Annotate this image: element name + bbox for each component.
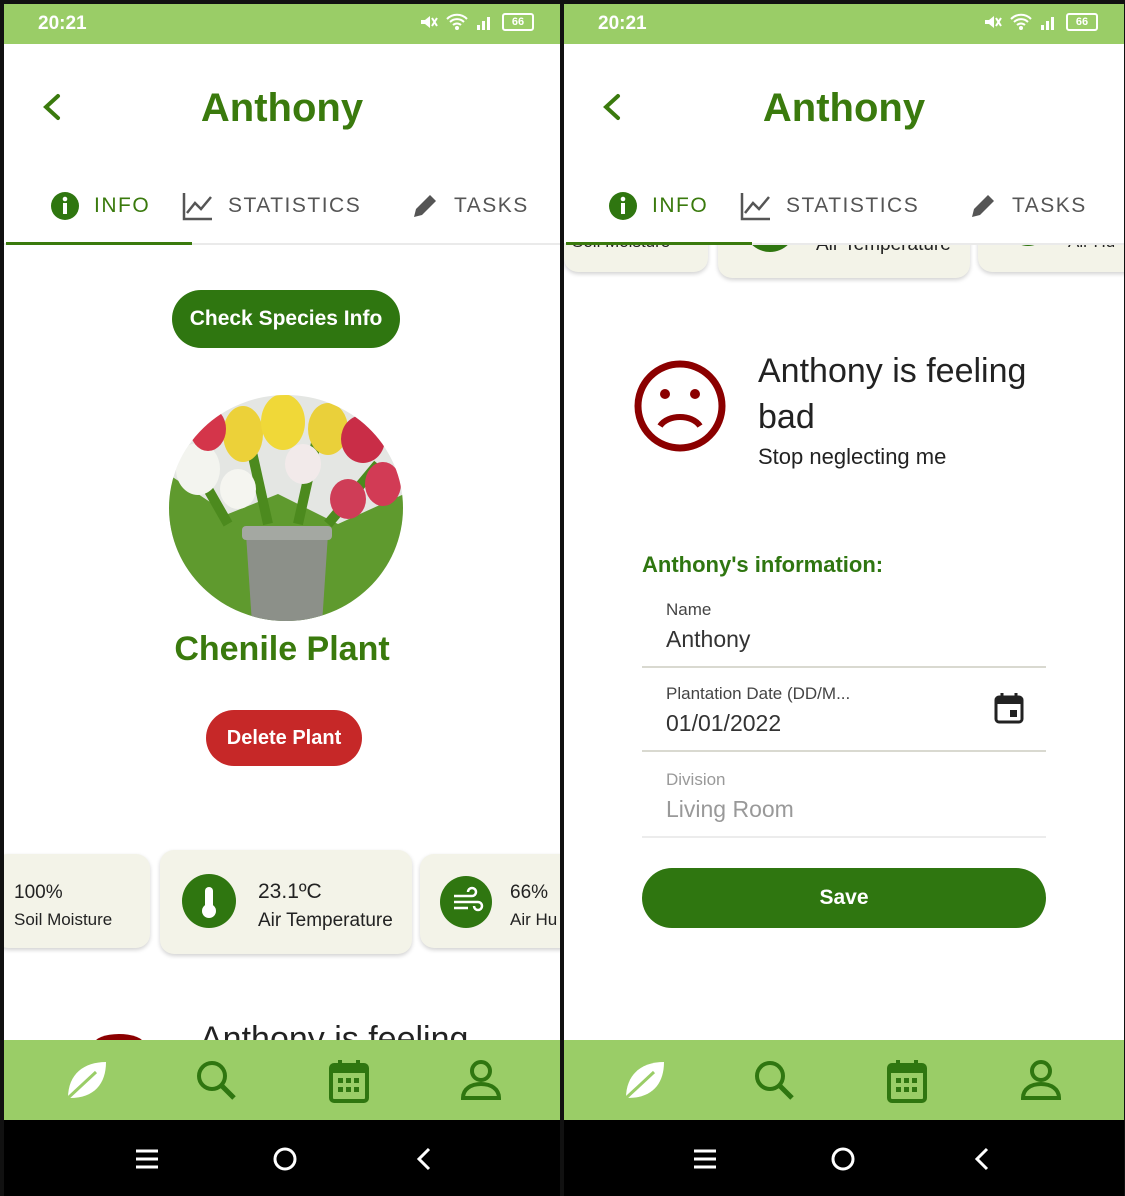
mute-icon bbox=[421, 16, 438, 28]
mood-title: Anthony is feeling bad bbox=[758, 348, 1026, 440]
division-field-value: Living Room bbox=[666, 796, 794, 822]
sensor-label: Air Hu bbox=[510, 910, 558, 929]
sensor-value: 100% bbox=[14, 882, 63, 903]
bottom-navigation bbox=[4, 1040, 560, 1120]
screenshot-frame: 20:21 66 Anthony INFO STATISTICS TASKS C… bbox=[0, 0, 1125, 1196]
plant-info-screen-right: 20:21 66 Anthony Soil Moisture Air Tempe… bbox=[564, 4, 1124, 1196]
division-field-label: Division bbox=[666, 770, 726, 789]
app-header: Anthony bbox=[564, 44, 1124, 164]
tab-bar: INFO STATISTICS TASKS bbox=[564, 169, 1124, 245]
mood-title-line2: bad bbox=[758, 398, 815, 436]
tab-tasks[interactable]: TASKS bbox=[968, 191, 1087, 221]
pencil-icon bbox=[972, 195, 994, 217]
tab-info[interactable]: INFO bbox=[608, 191, 708, 221]
battery-icon: 66 bbox=[1066, 13, 1098, 31]
bottom-navigation bbox=[564, 1040, 1124, 1120]
tab-statistics-label: STATISTICS bbox=[228, 194, 362, 217]
delete-plant-button[interactable]: Delete Plant bbox=[206, 710, 362, 766]
menu-icon[interactable] bbox=[692, 1148, 718, 1170]
sensor-label: Soil Moisture bbox=[14, 910, 113, 929]
tab-bar: INFO STATISTICS TASKS bbox=[4, 169, 560, 245]
leaf-icon[interactable] bbox=[620, 1058, 668, 1102]
system-navigation-bar bbox=[4, 1120, 560, 1196]
status-time: 20:21 bbox=[38, 13, 87, 34]
calendar-icon[interactable] bbox=[886, 1058, 928, 1104]
info-heading: Anthony's information: bbox=[642, 552, 884, 577]
home-icon[interactable] bbox=[272, 1146, 298, 1172]
date-field-value: 01/01/2022 bbox=[666, 710, 782, 736]
leaf-icon[interactable] bbox=[62, 1058, 110, 1102]
sensor-label: Air Temperature bbox=[258, 910, 393, 931]
tab-info-label: INFO bbox=[94, 194, 151, 217]
wifi-icon bbox=[446, 13, 468, 30]
mood-title-line1: Anthony is feeling bbox=[758, 352, 1027, 390]
calendar-picker-icon[interactable] bbox=[994, 692, 1024, 724]
page-title: Anthony bbox=[762, 86, 926, 130]
plant-info-screen-left: 20:21 66 Anthony INFO STATISTICS TASKS C… bbox=[4, 4, 560, 1196]
tab-info[interactable]: INFO bbox=[50, 191, 150, 221]
sensor-value: 23.1ºC bbox=[258, 880, 322, 903]
tab-tasks-label: TASKS bbox=[454, 194, 529, 217]
menu-icon[interactable] bbox=[134, 1148, 160, 1170]
system-navigation-bar bbox=[564, 1120, 1124, 1196]
name-field-label: Name bbox=[666, 600, 712, 619]
system-back-icon[interactable] bbox=[972, 1146, 992, 1172]
app-header: Anthony bbox=[4, 44, 560, 164]
mood-subtitle: Stop neglecting me bbox=[758, 444, 947, 469]
plantation-date-field[interactable]: Plantation Date (DD/M... 01/01/2022 bbox=[642, 682, 1046, 752]
info-icon bbox=[51, 192, 79, 220]
profile-icon[interactable] bbox=[460, 1058, 502, 1102]
tab-tasks[interactable]: TASKS bbox=[410, 191, 529, 221]
division-field[interactable]: Division Living Room bbox=[642, 768, 1046, 838]
name-field-value: Anthony bbox=[666, 626, 751, 652]
signal-icon bbox=[1041, 17, 1054, 30]
info-icon bbox=[609, 192, 637, 220]
page-title: Anthony bbox=[200, 86, 364, 130]
mute-icon bbox=[985, 16, 1002, 28]
home-icon[interactable] bbox=[830, 1146, 856, 1172]
name-field[interactable]: Name Anthony bbox=[642, 598, 1046, 668]
sensor-card-temperature[interactable]: 23.1ºC Air Temperature bbox=[160, 850, 412, 954]
wifi-icon bbox=[1010, 13, 1032, 30]
tab-indicator bbox=[6, 242, 192, 245]
status-time: 20:21 bbox=[598, 13, 647, 34]
save-button[interactable]: Save bbox=[642, 868, 1046, 928]
chart-line-icon bbox=[740, 193, 770, 221]
tab-tasks-label: TASKS bbox=[1012, 194, 1087, 217]
wind-icon bbox=[440, 876, 492, 928]
date-field-label: Plantation Date (DD/M... bbox=[666, 684, 851, 703]
status-bar: 20:21 66 bbox=[4, 4, 560, 44]
search-icon[interactable] bbox=[752, 1058, 796, 1102]
tab-indicator bbox=[566, 242, 752, 245]
status-icons: 66 bbox=[418, 12, 534, 32]
tab-info-label: INFO bbox=[652, 194, 709, 217]
check-species-button[interactable]: Check Species Info bbox=[172, 290, 400, 348]
tab-statistics[interactable]: STATISTICS bbox=[740, 191, 919, 221]
tab-statistics-label: STATISTICS bbox=[786, 194, 920, 217]
battery-icon: 66 bbox=[502, 13, 534, 31]
status-icons: 66 bbox=[982, 12, 1098, 32]
pencil-icon bbox=[414, 195, 436, 217]
system-back-icon[interactable] bbox=[414, 1146, 434, 1172]
sensor-card-soil[interactable]: 100% Soil Moisture bbox=[4, 854, 150, 948]
chart-line-icon bbox=[182, 193, 212, 221]
plant-species-name: Chenile Plant bbox=[174, 630, 390, 668]
plant-photo bbox=[169, 395, 403, 621]
sensor-card-humidity[interactable]: 66% Air Hu bbox=[420, 854, 560, 948]
tab-statistics[interactable]: STATISTICS bbox=[182, 191, 361, 221]
profile-icon[interactable] bbox=[1020, 1058, 1062, 1102]
thermometer-icon bbox=[182, 874, 236, 928]
calendar-icon[interactable] bbox=[328, 1058, 370, 1104]
search-icon[interactable] bbox=[194, 1058, 238, 1102]
sad-face-icon bbox=[634, 360, 726, 452]
sensor-value: 66% bbox=[510, 882, 549, 903]
signal-icon bbox=[477, 17, 490, 30]
status-bar: 20:21 66 bbox=[564, 4, 1124, 44]
